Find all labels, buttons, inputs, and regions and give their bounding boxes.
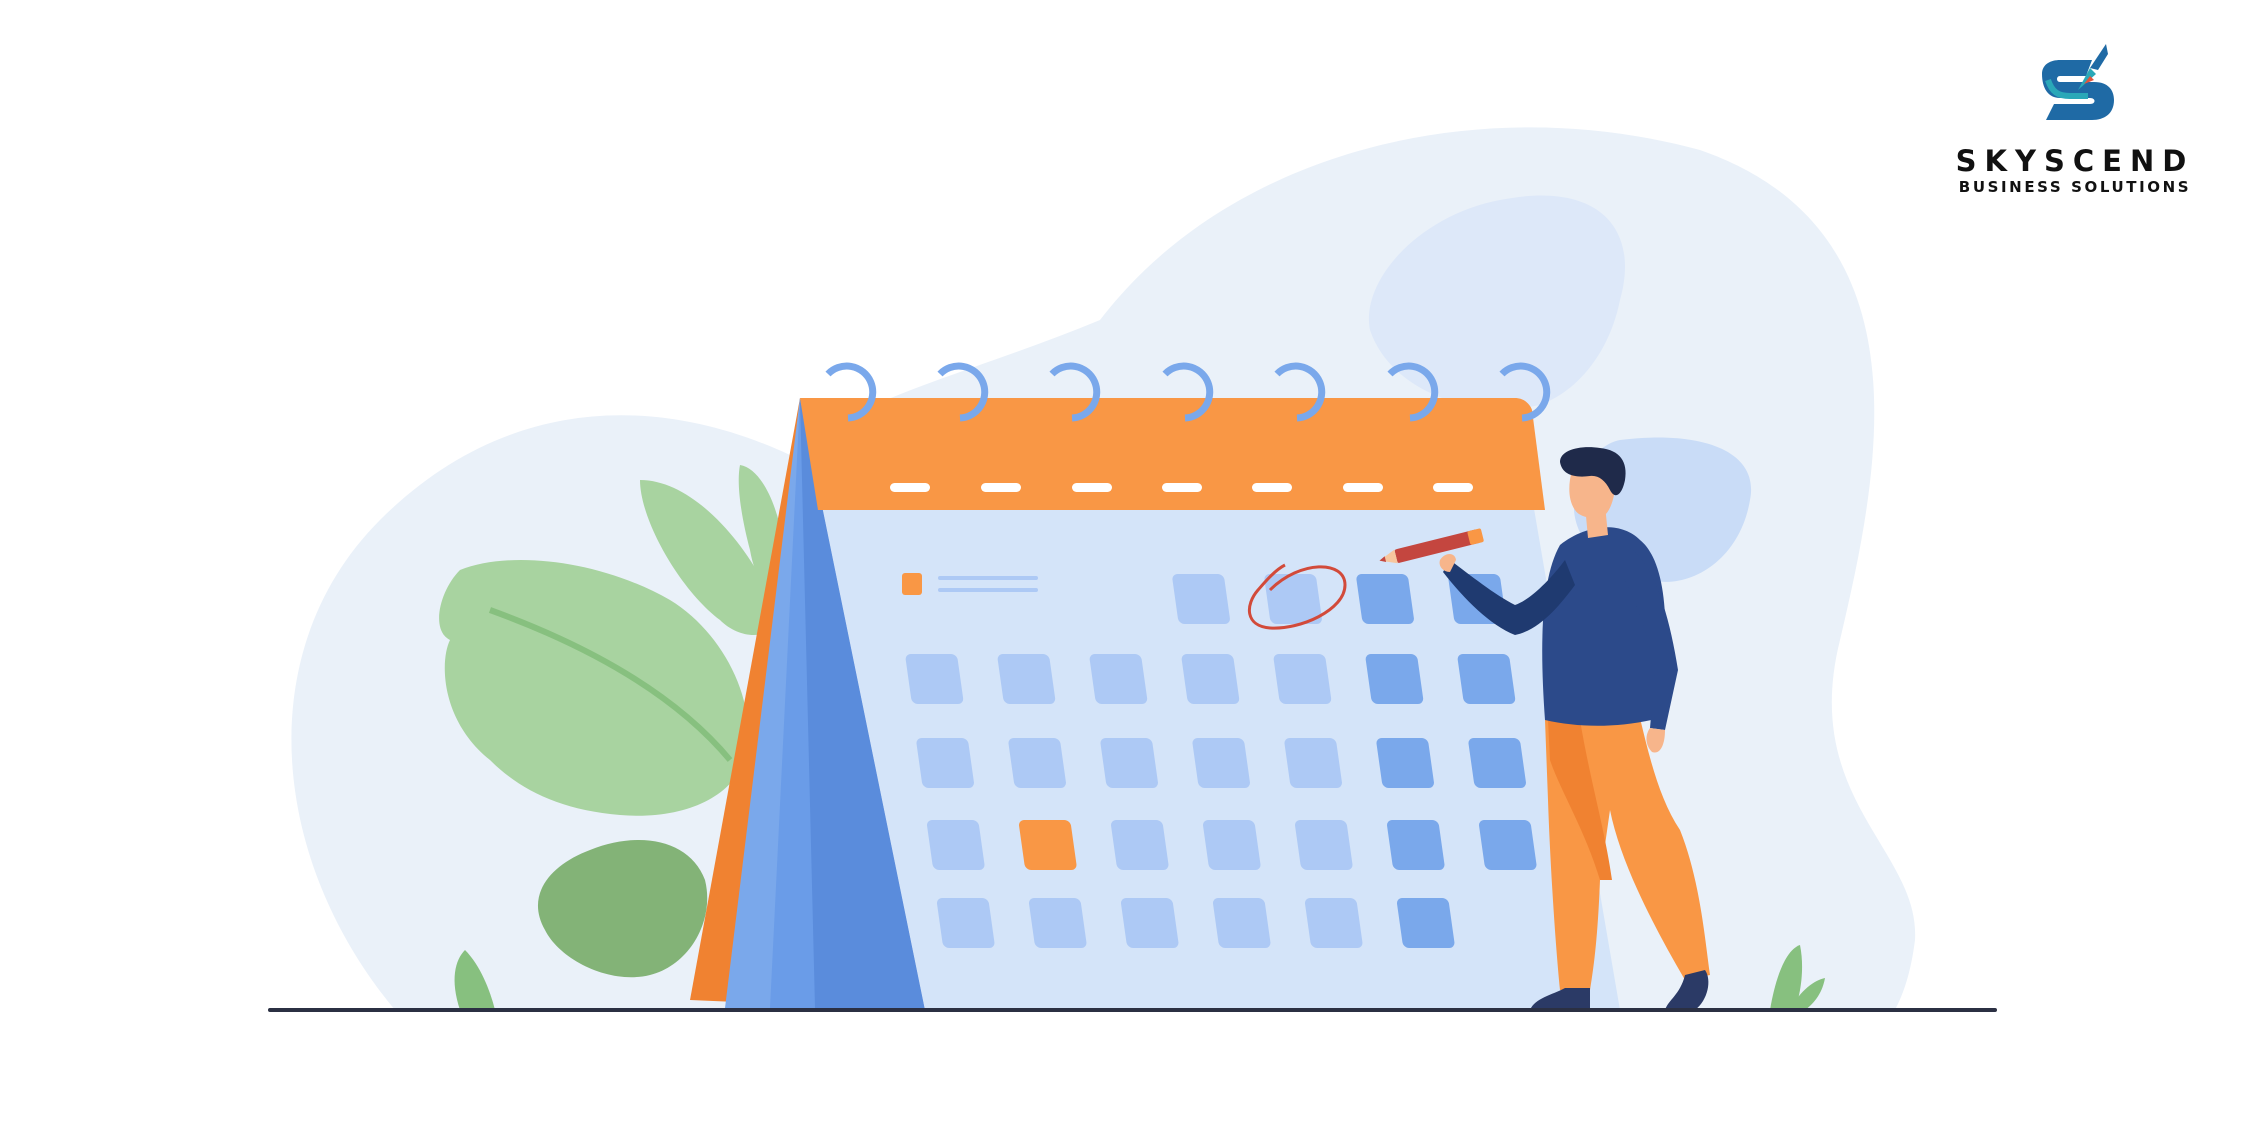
illustration-scene	[0, 0, 2251, 1126]
calendar-day-cell	[916, 738, 974, 788]
brand-name: SKYSCEND	[1955, 144, 2195, 178]
calendar-day-cell-highlighted	[1019, 820, 1077, 870]
calendar-day-cell	[1295, 820, 1353, 870]
calendar-day-cell	[1365, 654, 1424, 704]
calendar-day-cell	[1203, 820, 1261, 870]
calendar-day-cell	[1089, 654, 1148, 704]
brand-tagline: BUSINESS SOLUTIONS	[1958, 178, 2192, 196]
calendar-day-cell	[1100, 738, 1158, 788]
calendar-day-cell	[1356, 574, 1414, 624]
calendar-day-cell	[1284, 738, 1342, 788]
calendar-title-line	[938, 588, 1038, 592]
calendar-header	[800, 398, 1545, 510]
calendar-day-cell	[1111, 820, 1169, 870]
calendar-day-cell	[1212, 898, 1271, 948]
calendar-title-line	[938, 576, 1038, 580]
skyscend-rocket-logo-icon	[2042, 44, 2114, 120]
calendar-day-cell	[1479, 820, 1537, 870]
calendar-day-cell	[1192, 738, 1250, 788]
calendar-day-cell	[927, 820, 985, 870]
brand-block: SKYSCEND BUSINESS SOLUTIONS	[1930, 40, 2220, 200]
calendar-day-cell	[1008, 738, 1066, 788]
calendar-day-cell	[905, 654, 964, 704]
calendar-day-cell	[1264, 574, 1322, 624]
calendar-day-cell	[1181, 654, 1240, 704]
calendar-title-marker	[902, 573, 922, 595]
calendar-day-cell	[936, 898, 995, 948]
calendar-day-cell	[1376, 738, 1434, 788]
calendar-day-cell	[1120, 898, 1179, 948]
calendar-day-cell	[1304, 898, 1363, 948]
calendar-day-cell	[1468, 738, 1526, 788]
calendar-day-cell	[997, 654, 1056, 704]
calendar-day-cell	[1172, 574, 1230, 624]
calendar-day-cell	[1273, 654, 1332, 704]
calendar-planning-illustration	[268, 127, 1997, 1012]
calendar-day-cell	[1387, 820, 1445, 870]
calendar-day-cell	[1396, 898, 1455, 948]
calendar-day-cell	[1028, 898, 1087, 948]
calendar-day-cell	[1457, 654, 1516, 704]
